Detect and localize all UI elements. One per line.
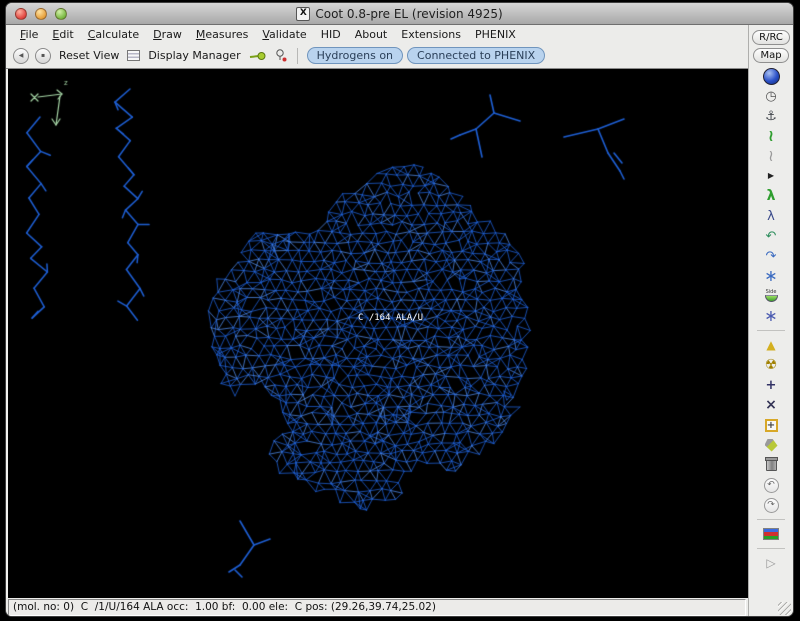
nav-back-button[interactable]: ◀ [13, 48, 29, 64]
modeling-sidebar: R/RCMap◷⚓≀≀▶λλ↶↷∗Side∗▲☢+×+↶↷▷ [748, 25, 793, 617]
sidebar-separator [757, 330, 785, 331]
resize-grip[interactable] [778, 602, 791, 615]
gl-canvas[interactable] [8, 69, 748, 598]
coot-window: X Coot 0.8-pre EL (revision 4925) FileEd… [5, 2, 794, 617]
menubar: FileEditCalculateDrawMeasuresValidateHID… [6, 25, 748, 43]
titlebar[interactable]: X Coot 0.8-pre EL (revision 4925) [6, 3, 793, 25]
side-chain-180-icon[interactable]: Side [749, 286, 793, 306]
gl-viewport[interactable]: C /164 ALA/U [6, 69, 748, 598]
trash-icon[interactable] [749, 455, 793, 475]
menu-calculate[interactable]: Calculate [81, 27, 146, 42]
menu-hid[interactable]: HID [314, 27, 348, 42]
menu-measures[interactable]: Measures [189, 27, 256, 42]
minimize-button[interactable] [35, 8, 47, 20]
pepflip-icon[interactable]: ↶ [749, 226, 793, 246]
window-title-text: Coot 0.8-pre EL (revision 4925) [315, 7, 502, 21]
anchor-icon[interactable]: ⚓ [749, 106, 793, 126]
menu-phenix[interactable]: PHENIX [468, 27, 523, 42]
atom-label: C /164 ALA/U [358, 313, 423, 323]
sidebar-separator [757, 519, 785, 520]
status-text: (mol. no: 0) C /1/U/164 ALA occ: 1.00 bf… [8, 599, 746, 616]
toolbar: ◀ ▪ Reset View Display Manager Hydrogens… [6, 43, 748, 69]
add-residue-icon[interactable]: + [749, 415, 793, 435]
backrub-rotamer-icon[interactable]: ↷ [749, 246, 793, 266]
redo-icon[interactable]: ↷ [749, 495, 793, 515]
toolbar-separator [297, 48, 298, 64]
jiggle-fit-icon[interactable]: ∗ [749, 306, 793, 326]
regularize-zone-icon[interactable]: ≀ [749, 146, 793, 166]
atom-figure-icon[interactable] [273, 48, 288, 63]
ligand-builder-icon[interactable] [749, 524, 793, 544]
menu-edit[interactable]: Edit [45, 27, 80, 42]
clock-icon[interactable]: ◷ [749, 86, 793, 106]
menu-validate[interactable]: Validate [255, 27, 313, 42]
menu-about[interactable]: About [348, 27, 395, 42]
real-space-refine-icon[interactable]: ≀ [749, 126, 793, 146]
key-icon[interactable] [249, 49, 267, 63]
rrc-button[interactable]: R/RC [752, 30, 790, 45]
zoom-button[interactable] [55, 8, 67, 20]
add-alt-conf-icon[interactable]: + [749, 375, 793, 395]
rotate-translate-icon[interactable]: λ [749, 186, 793, 206]
display-manager-button[interactable]: Display Manager [146, 48, 242, 63]
map-button[interactable]: Map [753, 48, 788, 63]
sidebar-separator [757, 548, 785, 549]
mutate-icon[interactable]: × [749, 395, 793, 415]
reset-view-button[interactable]: Reset View [57, 48, 121, 63]
phenix-connection-button[interactable]: Connected to PHENIX [407, 47, 545, 64]
rigid-body-icon[interactable]: ▶ [749, 166, 793, 186]
stop-button[interactable]: ▪ [35, 48, 51, 64]
hydrogens-toggle-button[interactable]: Hydrogens on [307, 47, 403, 64]
auto-fit-rotamer-icon[interactable]: λ [749, 206, 793, 226]
x11-icon: X [296, 7, 310, 21]
map-sphere-icon[interactable] [749, 66, 793, 86]
display-manager-icon [127, 50, 140, 61]
rotamers-icon[interactable]: ∗ [749, 266, 793, 286]
menu-draw[interactable]: Draw [146, 27, 189, 42]
add-terminal-residue-icon[interactable]: ▲ [749, 335, 793, 355]
run-icon[interactable]: ▷ [749, 553, 793, 573]
menu-extensions[interactable]: Extensions [394, 27, 468, 42]
undo-icon[interactable]: ↶ [749, 475, 793, 495]
close-button[interactable] [15, 8, 27, 20]
statusbar: (mol. no: 0) C /1/U/164 ALA occ: 1.00 bf… [6, 598, 748, 617]
menu-file[interactable]: File [13, 27, 45, 42]
radiation-icon[interactable]: ☢ [749, 355, 793, 375]
window-title: X Coot 0.8-pre EL (revision 4925) [6, 3, 793, 24]
brush-icon[interactable] [749, 435, 793, 455]
